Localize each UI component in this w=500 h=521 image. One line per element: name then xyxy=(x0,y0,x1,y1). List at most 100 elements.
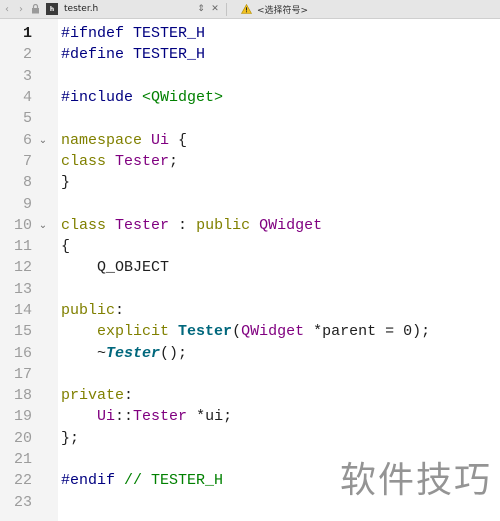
lock-icon[interactable] xyxy=(28,0,42,18)
line-number: 2 xyxy=(22,46,32,64)
code-token: Ui xyxy=(151,131,170,149)
line-number: 20 xyxy=(13,429,32,447)
code-text: #include <QWidget> xyxy=(61,89,223,106)
code-token: : xyxy=(124,387,134,405)
line-number: 1 xyxy=(22,25,32,43)
code-text: explicit Tester(QWidget *parent = 0); xyxy=(61,323,430,340)
line-number: 10 xyxy=(13,216,32,234)
code-token: // TESTER_H xyxy=(124,472,224,490)
line-number: 9 xyxy=(22,195,32,213)
code-token: class xyxy=(61,152,107,170)
symbol-selector[interactable]: <选择符号> xyxy=(257,3,308,16)
code-token: { xyxy=(61,238,71,256)
code-token: <QWidget> xyxy=(142,89,224,107)
code-line[interactable]: 4 #include <QWidget> xyxy=(0,87,500,108)
code-text: #endif // TESTER_H xyxy=(61,472,223,489)
code-token: explicit xyxy=(97,323,170,341)
code-line[interactable]: 18 private: xyxy=(0,385,500,406)
code-token: #endif xyxy=(61,472,116,490)
dropdown-arrow-icon[interactable]: ⇕ xyxy=(194,0,208,18)
code-token: private xyxy=(61,387,125,405)
code-token: Tester xyxy=(133,408,188,426)
close-file-icon[interactable]: ✕ xyxy=(208,0,222,18)
code-line[interactable]: 2 #define TESTER_H xyxy=(0,44,500,65)
code-line[interactable]: 3 xyxy=(0,66,500,87)
editor-toolbar: ‹ › h tester.h ⇕ ✕ <选择符号> xyxy=(0,0,500,19)
code-line[interactable]: 19 Ui::Tester *ui; xyxy=(0,406,500,427)
code-line[interactable]: 16 ~Tester(); xyxy=(0,342,500,363)
code-line[interactable]: 15 explicit Tester(QWidget *parent = 0); xyxy=(0,321,500,342)
code-line[interactable]: 5 xyxy=(0,108,500,129)
code-token: *parent = 0); xyxy=(304,323,431,341)
code-line[interactable]: 20}; xyxy=(0,428,500,449)
line-number: 18 xyxy=(13,387,32,405)
code-line[interactable]: 11 { xyxy=(0,236,500,257)
code-line[interactable]: 1 #ifndef TESTER_H xyxy=(0,23,500,44)
code-token: ~ xyxy=(61,344,107,362)
file-name-selector[interactable]: tester.h xyxy=(64,4,194,14)
code-text: } xyxy=(61,174,70,191)
code-token: (); xyxy=(160,344,188,362)
code-text: namespace Ui { xyxy=(61,132,187,149)
line-number: 23 xyxy=(13,493,32,511)
code-text: #ifndef TESTER_H xyxy=(61,25,205,42)
line-number: 14 xyxy=(13,302,32,319)
code-token: Tester xyxy=(178,323,233,341)
line-number: 11 xyxy=(13,238,32,256)
code-line[interactable]: 6 ⌄ namespace Ui { xyxy=(0,129,500,150)
code-line[interactable]: 17 xyxy=(0,364,500,385)
line-number: 19 xyxy=(13,408,32,426)
warning-icon xyxy=(239,4,253,14)
line-number: 6 xyxy=(22,131,32,149)
code-editor[interactable]: 1 #ifndef TESTER_H 2 #define TESTER_H 3 4 #inc… xyxy=(0,23,500,513)
code-text: ~Tester(); xyxy=(61,345,187,362)
line-number: 12 xyxy=(13,259,32,277)
fold-chevron-icon[interactable]: ⌄ xyxy=(32,220,54,231)
line-number: 3 xyxy=(22,67,32,85)
code-token: #ifndef TESTER_H xyxy=(61,25,206,43)
line-number: 16 xyxy=(13,344,32,362)
fold-chevron-icon[interactable]: ⌄ xyxy=(32,135,54,146)
code-line[interactable]: 7 class Tester; xyxy=(0,151,500,172)
code-token: ( xyxy=(232,323,242,341)
code-text: { xyxy=(61,238,70,255)
code-token: public xyxy=(61,302,116,319)
line-number: 13 xyxy=(13,280,32,298)
line-number: 4 xyxy=(22,89,32,107)
code-token: *ui; xyxy=(187,408,233,426)
code-text: public: xyxy=(61,302,124,319)
code-token: namespace xyxy=(61,131,143,149)
code-text: #define TESTER_H xyxy=(61,46,205,63)
code-line[interactable]: 14 public: xyxy=(0,300,500,321)
watermark: 软件技巧 xyxy=(339,460,492,501)
line-number: 5 xyxy=(22,110,32,128)
code-line[interactable]: 10 ⌄ class Tester : public QWidget xyxy=(0,215,500,236)
back-arrow-icon[interactable]: ‹ xyxy=(0,0,14,18)
line-number: 15 xyxy=(13,323,32,341)
code-token: #define TESTER_H xyxy=(61,46,206,64)
code-line[interactable]: 9 xyxy=(0,193,500,214)
code-token: } xyxy=(61,174,71,192)
code-token: Tester xyxy=(115,152,170,170)
code-text: class Tester; xyxy=(61,153,178,170)
code-line[interactable]: 12 Q_OBJECT xyxy=(0,257,500,278)
code-line[interactable]: 8} xyxy=(0,172,500,193)
line-number: 8 xyxy=(22,174,32,192)
code-token: QWidget xyxy=(259,216,323,234)
code-text: class Tester : public QWidget xyxy=(61,217,322,234)
code-token: ; xyxy=(169,152,179,170)
code-token: Q_OBJECT xyxy=(61,259,170,277)
header-file-icon: h xyxy=(46,3,58,15)
code-token: #include xyxy=(61,89,143,107)
forward-arrow-icon[interactable]: › xyxy=(14,0,28,18)
code-token: :: xyxy=(115,408,134,426)
code-text: }; xyxy=(61,430,79,447)
code-line[interactable]: 13 xyxy=(0,279,500,300)
